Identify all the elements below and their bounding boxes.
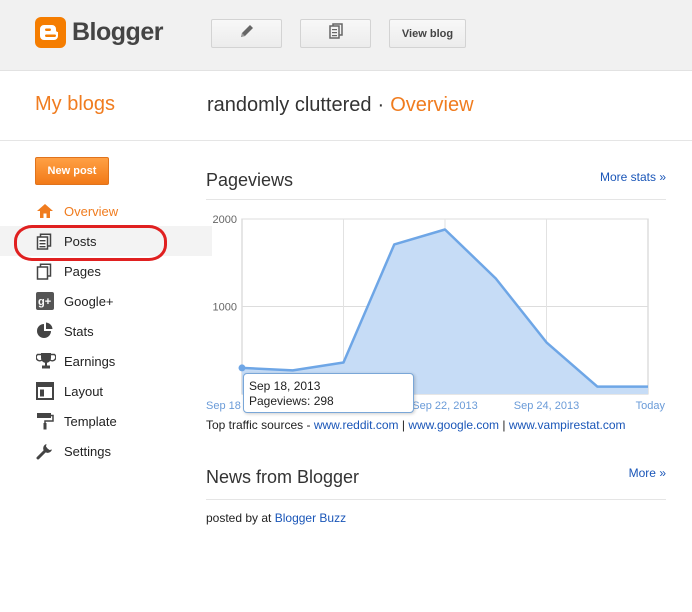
pie-chart-icon	[36, 321, 56, 341]
sidebar-item-label: Stats	[64, 323, 94, 339]
app-name: Blogger	[72, 18, 163, 46]
x-tick-label: Sep 22, 2013	[412, 400, 477, 412]
new-post-button[interactable]: New post	[35, 157, 109, 185]
pages-icon	[36, 261, 56, 281]
sidebar-item-google-plus[interactable]: g+ Google+	[0, 286, 212, 316]
traffic-source-link[interactable]: www.google.com	[408, 418, 499, 432]
sidebar-item-label: Settings	[64, 443, 111, 459]
sidebar-item-template[interactable]: Template	[0, 406, 212, 436]
trophy-icon	[36, 351, 56, 371]
divider	[206, 199, 666, 200]
traffic-source-link[interactable]: www.reddit.com	[314, 418, 399, 432]
sidebar-item-earnings[interactable]: Earnings	[0, 346, 212, 376]
blogger-buzz-link[interactable]: Blogger Buzz	[275, 511, 346, 525]
traffic-source-link[interactable]: www.vampirestat.com	[509, 418, 626, 432]
layout-icon	[36, 381, 56, 401]
tooltip-value: Pageviews: 298	[249, 394, 334, 408]
sidebar-item-stats[interactable]: Stats	[0, 316, 212, 346]
view-blog-button[interactable]: View blog	[389, 19, 466, 48]
pencil-icon	[239, 23, 255, 44]
sidebar-item-settings[interactable]: Settings	[0, 436, 212, 466]
title-separator: ·	[377, 94, 385, 116]
chart-tooltip: Sep 18, 2013 Pageviews: 298	[243, 373, 414, 413]
sidebar-item-label: Earnings	[64, 353, 116, 369]
x-tick-label: Sep 18	[206, 400, 241, 412]
traffic-sources: Top traffic sources - www.reddit.com | w…	[206, 418, 626, 432]
blogger-logo[interactable]: Blogger	[35, 17, 163, 48]
blog-name: randomly cluttered	[207, 94, 372, 116]
sidebar-item-layout[interactable]: Layout	[0, 376, 212, 406]
posts-highlight-annotation	[14, 225, 167, 261]
traffic-separator: |	[499, 418, 509, 432]
traffic-separator: |	[398, 418, 409, 432]
sidebar-item-overview[interactable]: Overview	[0, 196, 212, 226]
svg-text:g+: g+	[38, 296, 51, 308]
google-plus-icon: g+	[36, 291, 56, 311]
posted-by-text: posted by at	[206, 511, 275, 525]
header-row: My blogs randomly cluttered · Overview	[0, 71, 692, 141]
page-title: randomly cluttered · Overview	[207, 94, 474, 117]
x-tick-label: Today	[636, 400, 666, 412]
news-title: News from Blogger	[206, 467, 360, 487]
posts-icon	[328, 23, 344, 44]
more-stats-link[interactable]: More stats »	[600, 170, 666, 184]
sidebar-item-label: Layout	[64, 383, 104, 399]
sidebar-item-label: Template	[64, 413, 117, 429]
wrench-icon	[36, 441, 56, 461]
y-tick-label: 2000	[213, 214, 237, 226]
top-bar: Blogger View blog	[0, 0, 692, 71]
sidebar-item-label: Overview	[64, 203, 119, 219]
data-point	[238, 364, 246, 372]
news-post-meta: posted by at Blogger Buzz	[206, 511, 346, 525]
current-section: Overview	[390, 94, 474, 116]
new-post-toolbar-button[interactable]	[211, 19, 282, 48]
x-tick-label: Sep 24, 2013	[514, 400, 579, 412]
home-icon	[36, 201, 56, 221]
blogger-logo-icon	[35, 17, 66, 48]
divider	[206, 499, 666, 500]
traffic-label: Top traffic sources -	[206, 418, 314, 432]
my-blogs-link[interactable]: My blogs	[35, 93, 115, 116]
sidebar-item-label: Google+	[64, 293, 114, 309]
tooltip-date: Sep 18, 2013	[249, 379, 321, 393]
sidebar-item-label: Pages	[64, 263, 101, 279]
pageviews-title: Pageviews	[206, 170, 294, 190]
paint-roller-icon	[36, 411, 56, 431]
more-news-link[interactable]: More »	[629, 466, 666, 480]
posts-toolbar-button[interactable]	[300, 19, 371, 48]
y-tick-label: 1000	[213, 302, 237, 314]
